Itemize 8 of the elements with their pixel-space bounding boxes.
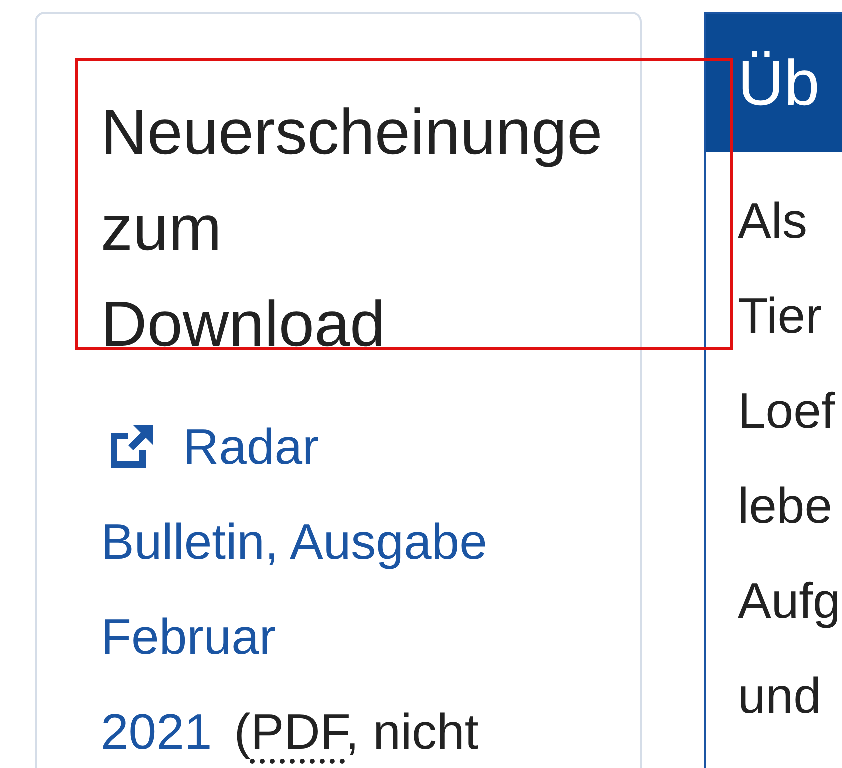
card-heading: Neuerscheinunge zum Download — [101, 95, 604, 362]
download-link[interactable]: Radar — [183, 400, 320, 495]
file-info-text: (PDF, nicht — [234, 703, 479, 762]
download-link[interactable]: Februar — [101, 590, 276, 685]
panel-text: Als Tier Loef lebe Aufg und — [738, 192, 842, 726]
download-link[interactable]: Bulletin, Ausgabe — [101, 495, 488, 590]
panel-title: Üb — [706, 14, 842, 152]
download-link[interactable]: 2021 — [101, 685, 212, 768]
